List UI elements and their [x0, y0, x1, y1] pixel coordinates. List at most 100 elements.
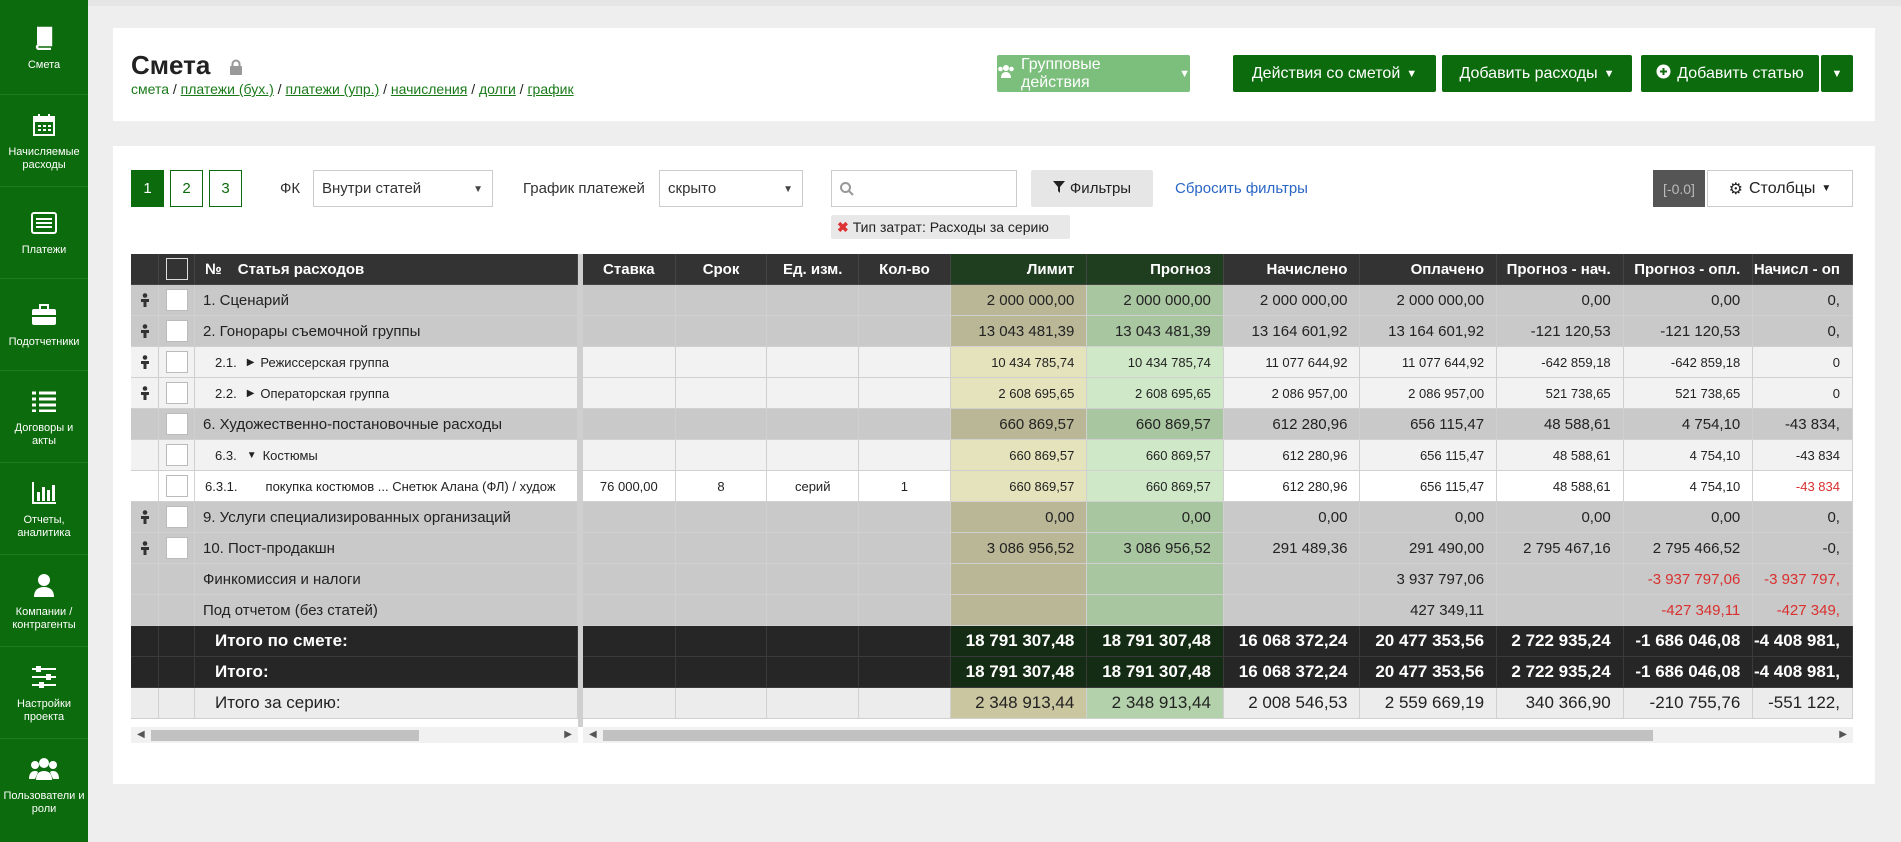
table-row[interactable]: 2.2. ▶ Операторская группа: [131, 378, 578, 409]
column-header[interactable]: Срок: [675, 254, 768, 285]
row-checkbox[interactable]: [165, 320, 188, 342]
table-row[interactable]: 2.1. ▶ Режиссерская группа: [131, 347, 578, 378]
column-header[interactable]: Ставка: [583, 254, 676, 285]
row-checkbox[interactable]: [165, 351, 188, 373]
person-icon[interactable]: [140, 355, 150, 369]
breadcrumb-debts[interactable]: долги: [479, 81, 516, 97]
add-expenses-button[interactable]: Добавить расходы ▼: [1442, 55, 1632, 92]
filters-button[interactable]: Фильтры: [1031, 170, 1153, 207]
search-field[interactable]: [831, 170, 1017, 207]
table-row[interactable]: Под отчетом (без статей): [131, 595, 578, 626]
close-icon[interactable]: ✖: [837, 219, 849, 236]
caret-right-icon[interactable]: ▶: [247, 357, 255, 368]
caret-right-icon[interactable]: ▶: [247, 388, 255, 399]
smeta-actions-button[interactable]: Действия со сметой ▼: [1233, 55, 1436, 92]
select-all-checkbox[interactable]: [165, 258, 188, 280]
person-icon[interactable]: [140, 324, 150, 338]
breadcrumb-payments-mgmt[interactable]: платежи (упр.): [285, 81, 379, 97]
sidebar-item-reports[interactable]: Отчеты, аналитика: [0, 463, 88, 555]
left-scrollbar[interactable]: ◀ ▶: [131, 727, 578, 743]
sidebar-item-smeta[interactable]: Смета: [0, 0, 88, 95]
column-header[interactable]: Лимит: [950, 254, 1088, 285]
breadcrumb-payments-acc[interactable]: платежи (бух.): [181, 81, 274, 97]
reset-filters-link[interactable]: Сбросить фильтры: [1175, 180, 1308, 197]
table-row[interactable]: Финкомиссия и налоги: [131, 564, 578, 595]
sidebar-item-contracts[interactable]: Договоры и акты: [0, 371, 88, 463]
scroll-left-icon[interactable]: ◀: [589, 729, 597, 740]
table-row[interactable]: 660 869,57 660 869,57 612 280,96 656 115,47…: [583, 409, 1853, 440]
caret-down-icon[interactable]: ▼: [247, 450, 257, 461]
add-article-dropdown-button[interactable]: ▼: [1821, 55, 1853, 92]
column-header[interactable]: Прогноз: [1087, 254, 1224, 285]
table-row[interactable]: 660 869,57 660 869,57 612 280,96 656 115,47…: [583, 440, 1853, 471]
page-button-1[interactable]: 1: [131, 170, 164, 207]
column-header[interactable]: Ед. изм.: [767, 254, 860, 285]
column-header[interactable]: Кол-во: [859, 254, 951, 285]
person-icon[interactable]: [140, 510, 150, 524]
sidebar-item-label: Настройки проекта: [17, 697, 71, 723]
table-row[interactable]: 10 434 785,74 10 434 785,74 11 077 644,92 1…: [583, 347, 1853, 378]
person-icon[interactable]: [140, 541, 150, 555]
scroll-right-icon[interactable]: ▶: [1839, 729, 1847, 740]
person-icon[interactable]: [140, 293, 150, 307]
table-row[interactable]: 6.3.1. покупка костюмов ... Снетюк Алана …: [131, 471, 578, 502]
person-icon[interactable]: [140, 386, 150, 400]
sidebar-item-accrued[interactable]: Начисляемые расходы: [0, 95, 88, 187]
table-cell: 2 000 000,00: [950, 285, 1088, 316]
table-cell: [583, 564, 676, 595]
chevron-down-icon: ▼: [1179, 67, 1190, 80]
table-row[interactable]: 3 937 797,06 -3 937 797,06 -3 937 797,: [583, 564, 1853, 595]
sidebar-item-users[interactable]: Пользователи и роли: [0, 739, 88, 831]
table-cell: -43 834: [1753, 440, 1853, 471]
sidebar-item-payments[interactable]: Платежи: [0, 187, 88, 279]
row-checkbox[interactable]: [165, 289, 188, 311]
column-header[interactable]: Прогноз - нач.: [1497, 254, 1624, 285]
page-button-2[interactable]: 2: [170, 170, 203, 207]
row-checkbox[interactable]: [165, 444, 188, 466]
sidebar-item-accountables[interactable]: Подотчетники: [0, 279, 88, 371]
breadcrumb-accruals[interactable]: начисления: [391, 81, 467, 97]
table-row[interactable]: 1. Сценарий: [131, 285, 578, 316]
table-row[interactable]: 10. Пост-продакшн: [131, 533, 578, 564]
scroll-right-icon[interactable]: ▶: [564, 729, 572, 740]
table-row[interactable]: 76 000,00 8 серий 1 660 869,57 660 869,57 612 …: [583, 471, 1853, 502]
sidebar-item-settings[interactable]: Настройки проекта: [0, 647, 88, 739]
group-actions-button[interactable]: Групповые действия ▼: [997, 55, 1190, 92]
page-button-3[interactable]: 3: [209, 170, 242, 207]
row-checkbox[interactable]: [165, 413, 188, 435]
row-checkbox[interactable]: [165, 537, 188, 559]
table-row[interactable]: 2. Гонорары съемочной группы: [131, 316, 578, 347]
column-header[interactable]: Оплачено: [1360, 254, 1498, 285]
table-cell: [859, 378, 951, 409]
add-article-button[interactable]: Добавить статью: [1641, 55, 1819, 92]
sidebar-item-companies[interactable]: Компании / контрагенты: [0, 555, 88, 647]
row-checkbox[interactable]: [165, 382, 188, 404]
table-row[interactable]: 6. Художественно-постановочные расходы: [131, 409, 578, 440]
right-scrollbar[interactable]: ◀ ▶: [583, 727, 1853, 743]
breadcrumb-smeta[interactable]: смета: [131, 81, 169, 97]
table-row[interactable]: 0,00 0,00 0,00 0,00 0,00 0,00 0,: [583, 502, 1853, 533]
columns-button[interactable]: ⚙ Столбцы ▼: [1707, 170, 1853, 207]
table-cell: 2 608 695,65: [1087, 378, 1224, 409]
schedule-select[interactable]: скрыто ▼: [659, 170, 803, 207]
scrollbar-thumb[interactable]: [151, 730, 419, 741]
table-row[interactable]: 2 000 000,00 2 000 000,00 2 000 000,00 2 00…: [583, 285, 1853, 316]
column-header[interactable]: Начислено: [1223, 254, 1361, 285]
table-cell: 1: [859, 471, 951, 502]
scroll-left-icon[interactable]: ◀: [137, 729, 145, 740]
table-row[interactable]: 427 349,11 -427 349,11 -427 349,: [583, 595, 1853, 626]
row-checkbox[interactable]: [165, 506, 188, 528]
header-article-label: Статья расходов: [237, 260, 365, 278]
row-checkbox[interactable]: [165, 475, 188, 497]
table-row[interactable]: 3 086 956,52 3 086 956,52 291 489,36 291 49…: [583, 533, 1853, 564]
scrollbar-thumb[interactable]: [603, 730, 1653, 741]
table-row[interactable]: 6.3. ▼ Костюмы: [131, 440, 578, 471]
breadcrumb-schedule[interactable]: график: [527, 81, 573, 97]
column-header[interactable]: Прогноз - опл.: [1623, 254, 1754, 285]
fk-select[interactable]: Внутри статей ▼: [313, 170, 493, 207]
table-row[interactable]: 9. Услуги специализированных организаций: [131, 502, 578, 533]
table-row[interactable]: 2 608 695,65 2 608 695,65 2 086 957,00 2 08…: [583, 378, 1853, 409]
search-input[interactable]: [860, 177, 1010, 201]
column-header[interactable]: Начисл - оп: [1753, 254, 1853, 285]
table-row[interactable]: 13 043 481,39 13 043 481,39 13 164 601,92 1…: [583, 316, 1853, 347]
